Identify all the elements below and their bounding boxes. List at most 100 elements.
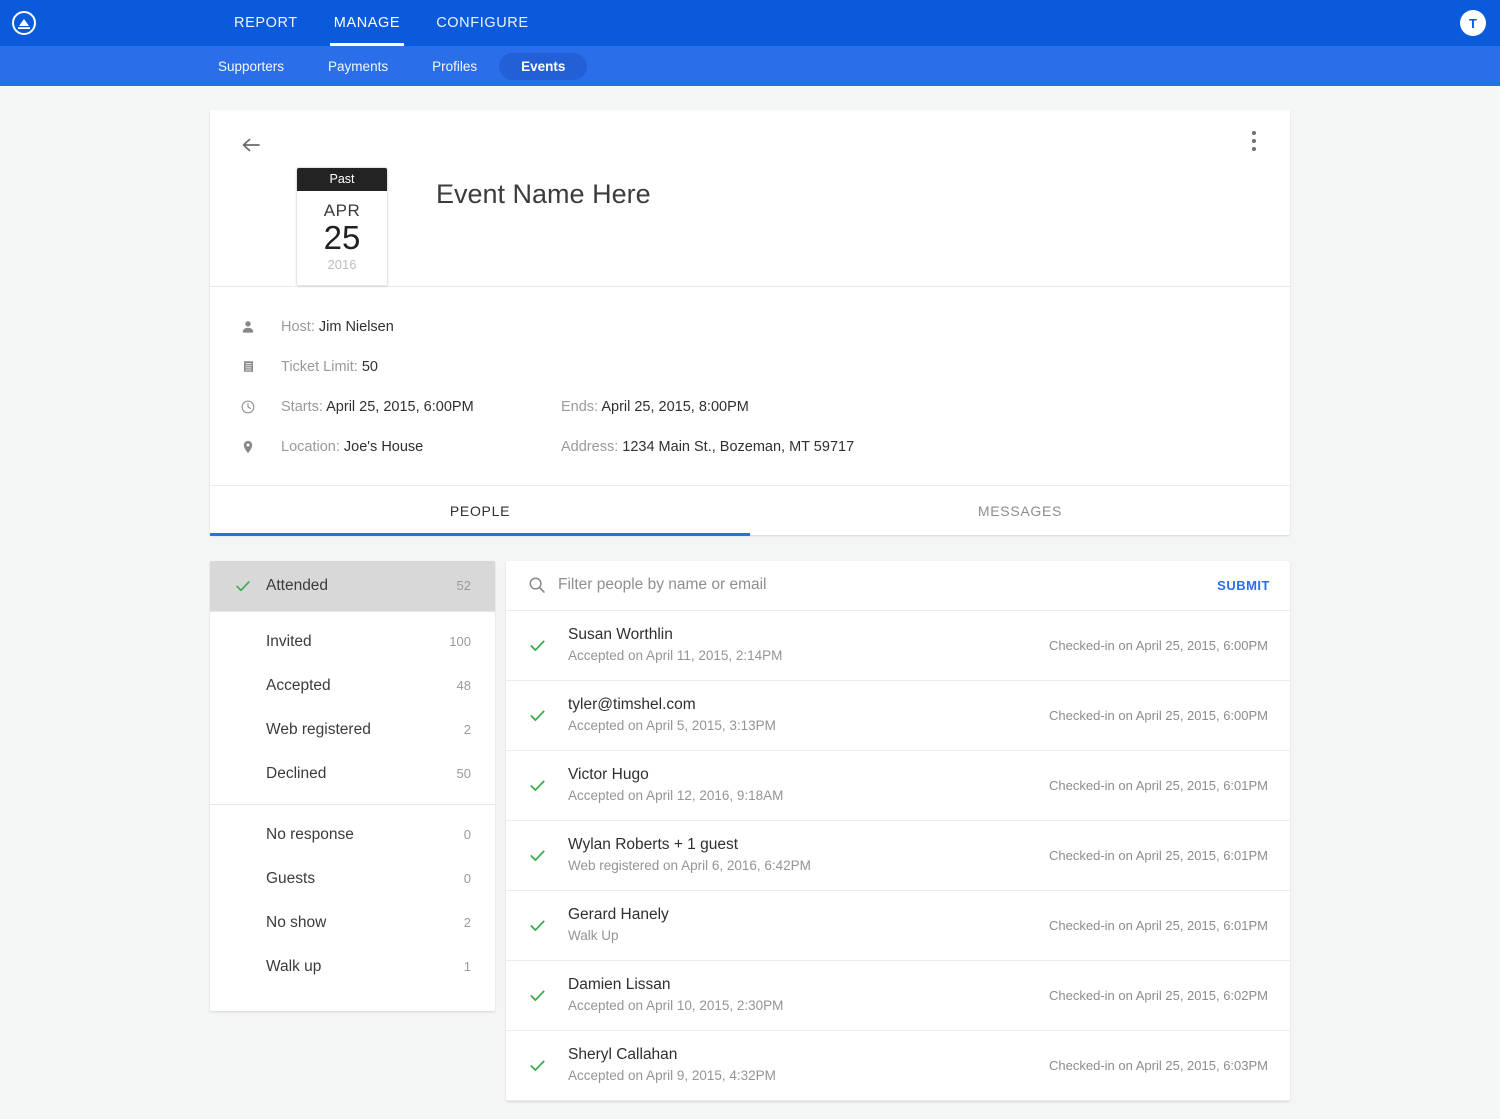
table-row[interactable]: Wylan Roberts + 1 guest Web registered o… bbox=[506, 821, 1290, 891]
topnav-item-manage[interactable]: MANAGE bbox=[316, 0, 418, 46]
check-icon bbox=[528, 776, 550, 795]
sidebar-item-guests[interactable]: Guests 0 bbox=[210, 857, 495, 901]
people-search-bar: SUBMIT bbox=[506, 561, 1290, 611]
person-name: Gerard Hanely bbox=[568, 905, 669, 923]
detail-value: April 25, 2015, 6:00PM bbox=[326, 398, 474, 415]
tab-people[interactable]: PEOPLE bbox=[210, 486, 750, 536]
back-arrow-icon[interactable] bbox=[238, 138, 264, 162]
person-checkin-status: Checked-in on April 25, 2015, 6:00PM bbox=[1049, 707, 1268, 723]
sidebar-item-label: Walk up bbox=[266, 957, 322, 975]
table-row[interactable]: Damien Lissan Accepted on April 10, 2015… bbox=[506, 961, 1290, 1031]
kebab-menu-icon[interactable] bbox=[1244, 128, 1264, 154]
sidebar-item-no-show[interactable]: No show 2 bbox=[210, 901, 495, 945]
top-navigation-bar: REPORT MANAGE CONFIGURE T bbox=[0, 0, 1500, 46]
person-rsvp-status: Web registered on April 6, 2016, 6:42PM bbox=[568, 857, 811, 873]
topnav-item-configure[interactable]: CONFIGURE bbox=[418, 0, 546, 46]
sidebar-item-count: 1 bbox=[463, 959, 471, 975]
detail-label: Ticket Limit: bbox=[281, 358, 358, 375]
filter-sidebar: Attended 52 Invited 100 Accepted 48 Web … bbox=[210, 560, 495, 1011]
sidebar-item-attended[interactable]: Attended 52 bbox=[210, 560, 495, 611]
detail-row-time: Starts: April 25, 2015, 6:00PM Ends: Apr… bbox=[238, 387, 1262, 427]
kebab-dot bbox=[1252, 139, 1256, 143]
person-rsvp-status: Accepted on April 11, 2015, 2:14PM bbox=[568, 647, 783, 663]
sidebar-item-label: No show bbox=[266, 913, 327, 931]
person-info: Sheryl Callahan Accepted on April 9, 201… bbox=[568, 1045, 1049, 1086]
location-pin-icon bbox=[238, 439, 258, 455]
ticket-icon bbox=[238, 359, 258, 374]
search-icon bbox=[528, 576, 546, 594]
event-status-badge: Past bbox=[297, 168, 387, 191]
people-list-panel: SUBMIT Susan Worthlin Accepted on April … bbox=[506, 560, 1290, 1101]
sidebar-item-walk-up[interactable]: Walk up 1 bbox=[210, 945, 495, 989]
mountain-circle-logo-icon[interactable] bbox=[10, 9, 38, 37]
avatar[interactable]: T bbox=[1460, 10, 1486, 36]
search-input[interactable] bbox=[558, 576, 1218, 595]
detail-label: Ends: bbox=[561, 398, 599, 415]
person-checkin-status: Checked-in on April 25, 2015, 6:01PM bbox=[1049, 777, 1268, 793]
detail-value: Joe's House bbox=[343, 438, 424, 455]
subnav-item-profiles[interactable]: Profiles bbox=[410, 53, 499, 80]
check-icon bbox=[528, 846, 550, 865]
kebab-dot bbox=[1252, 147, 1256, 151]
person-checkin-status: Checked-in on April 25, 2015, 6:00PM bbox=[1049, 637, 1268, 653]
top-nav-items: REPORT MANAGE CONFIGURE bbox=[216, 0, 547, 46]
detail-row-host: Host: Jim Nielsen bbox=[238, 307, 1262, 347]
filter-group-other: No response 0 Guests 0 No show 2 Walk up… bbox=[210, 803, 495, 997]
detail-label: Location: bbox=[281, 438, 340, 455]
subnav-item-events[interactable]: Events bbox=[499, 52, 588, 80]
person-rsvp-status: Walk Up bbox=[568, 927, 619, 943]
event-date-day: 25 bbox=[323, 219, 361, 256]
subnav-item-supporters[interactable]: Supporters bbox=[196, 53, 306, 80]
person-checkin-status: Checked-in on April 25, 2015, 6:01PM bbox=[1049, 847, 1268, 863]
detail-value: April 25, 2015, 8:00PM bbox=[601, 398, 749, 415]
sidebar-item-no-response[interactable]: No response 0 bbox=[210, 813, 495, 857]
person-rsvp-status: Accepted on April 10, 2015, 2:30PM bbox=[568, 997, 784, 1013]
subnav-item-payments[interactable]: Payments bbox=[306, 53, 410, 80]
sidebar-item-declined[interactable]: Declined 50 bbox=[210, 752, 495, 796]
event-date-month: APR bbox=[323, 201, 361, 220]
check-icon bbox=[528, 986, 550, 1005]
detail-address: Address: 1234 Main St., Bozeman, MT 5971… bbox=[561, 439, 854, 455]
table-row[interactable]: Susan Worthlin Accepted on April 11, 201… bbox=[506, 611, 1290, 681]
event-date-card: Past APR 25 2016 bbox=[296, 167, 388, 286]
tab-messages[interactable]: MESSAGES bbox=[750, 486, 1290, 535]
sidebar-item-label: No response bbox=[266, 825, 354, 843]
topnav-item-report[interactable]: REPORT bbox=[216, 0, 316, 46]
sidebar-item-count: 0 bbox=[463, 827, 471, 843]
sidebar-item-accepted[interactable]: Accepted 48 bbox=[210, 664, 495, 708]
sidebar-item-web-registered[interactable]: Web registered 2 bbox=[210, 708, 495, 752]
detail-location: Location: Joe's House bbox=[281, 439, 561, 455]
check-icon bbox=[528, 636, 550, 655]
filter-group-rsvp: Invited 100 Accepted 48 Web registered 2 bbox=[210, 610, 495, 804]
detail-label: Starts: bbox=[281, 398, 323, 415]
person-info: Damien Lissan Accepted on April 10, 2015… bbox=[568, 975, 1049, 1016]
person-checkin-status: Checked-in on April 25, 2015, 6:02PM bbox=[1049, 987, 1268, 1003]
detail-host: Host: Jim Nielsen bbox=[281, 319, 561, 335]
submit-button[interactable]: SUBMIT bbox=[1217, 578, 1270, 593]
sidebar-item-invited[interactable]: Invited 100 bbox=[210, 620, 495, 664]
person-name: Damien Lissan bbox=[568, 975, 671, 993]
person-info: tyler@timshel.com Accepted on April 5, 2… bbox=[568, 695, 1049, 736]
topnav-label: REPORT bbox=[234, 15, 298, 31]
page-title: Event Name Here bbox=[436, 179, 651, 209]
person-name: Victor Hugo bbox=[568, 765, 649, 783]
subnav-label: Supporters bbox=[218, 58, 285, 74]
event-date-year: 2016 bbox=[327, 256, 357, 272]
detail-value: Jim Nielsen bbox=[318, 318, 394, 335]
person-icon bbox=[238, 319, 258, 335]
detail-value: 50 bbox=[361, 358, 378, 375]
sidebar-item-label: Invited bbox=[266, 632, 312, 650]
content-container: Past APR 25 2016 Event Name Here Host: J… bbox=[210, 110, 1290, 1101]
person-checkin-status: Checked-in on April 25, 2015, 6:01PM bbox=[1049, 917, 1268, 933]
person-name: Wylan Roberts + 1 guest bbox=[568, 835, 739, 853]
person-rsvp-status: Accepted on April 9, 2015, 4:32PM bbox=[568, 1067, 776, 1083]
check-icon bbox=[528, 706, 550, 725]
table-row[interactable]: tyler@timshel.com Accepted on April 5, 2… bbox=[506, 681, 1290, 751]
clock-icon bbox=[238, 399, 258, 415]
table-row[interactable]: Sheryl Callahan Accepted on April 9, 201… bbox=[506, 1031, 1290, 1101]
detail-row-location: Location: Joe's House Address: 1234 Main… bbox=[238, 427, 1262, 467]
table-row[interactable]: Victor Hugo Accepted on April 12, 2016, … bbox=[506, 751, 1290, 821]
table-row[interactable]: Gerard Hanely Walk Up Checked-in on Apri… bbox=[506, 891, 1290, 961]
event-header-row: Past APR 25 2016 Event Name Here bbox=[238, 167, 1262, 286]
topnav-label: MANAGE bbox=[333, 15, 401, 31]
